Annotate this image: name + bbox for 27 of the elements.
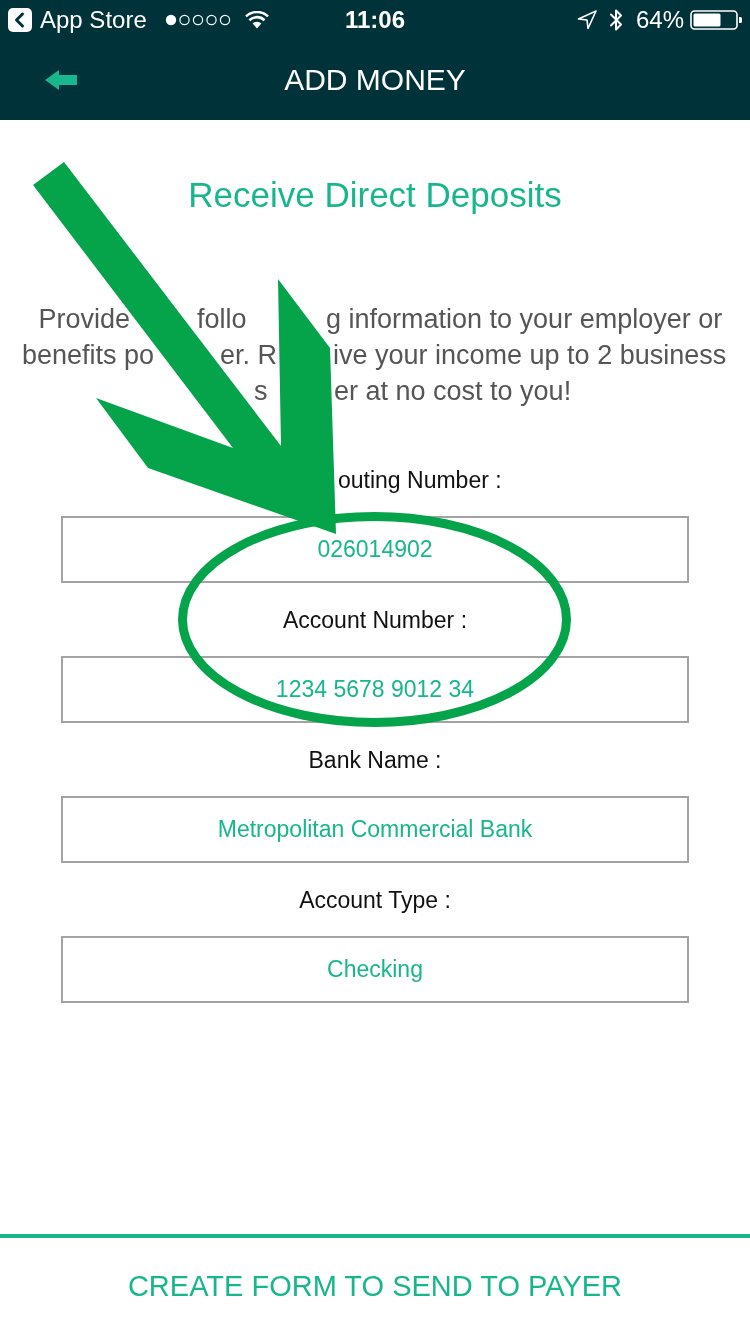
field-label: Account Number : (282, 606, 468, 634)
signal-strength-icon (164, 14, 231, 26)
battery-percentage: 64% (635, 6, 684, 34)
account-detail-field: Metropolitan Commercial Bank (61, 796, 689, 863)
field-label: Account Type : (299, 886, 451, 914)
instruction-text: ive your income up to 2 business (333, 339, 727, 371)
instruction-text: follo (197, 303, 247, 335)
account-detail-field: 1234 5678 9012 34 (61, 656, 689, 723)
instruction-text: g information to your employer or (326, 303, 723, 335)
instruction-text: Provide (38, 303, 130, 335)
location-arrow-icon (576, 10, 597, 30)
section-heading: Receive Direct Deposits (188, 174, 562, 216)
back-chevron-icon (8, 8, 32, 32)
instruction-text: er. R (220, 339, 278, 371)
account-detail-field: Checking (61, 936, 689, 1003)
instruction-text: er at no cost to you! (334, 375, 572, 407)
bluetooth-icon (608, 8, 623, 32)
instruction-text: benefits po (21, 339, 154, 371)
field-label: outing Number : (338, 466, 502, 494)
page-title: ADD MONEY (284, 62, 466, 98)
status-time: 11:06 (344, 6, 406, 34)
back-to-app-link[interactable]: App Store (8, 6, 147, 34)
field-label: Bank Name : (308, 746, 442, 774)
back-arrow-icon[interactable] (45, 70, 77, 90)
wifi-icon (244, 11, 269, 29)
battery-icon (690, 10, 742, 30)
instruction-text: s (254, 375, 268, 407)
